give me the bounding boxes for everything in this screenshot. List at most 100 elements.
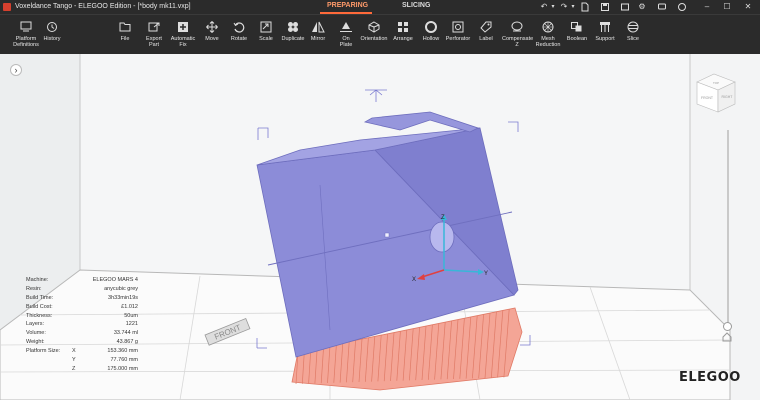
tool-label: Move xyxy=(205,36,219,42)
view-cube[interactable]: TOP FRONT RIGHT xyxy=(696,73,736,113)
boolean-icon xyxy=(571,22,582,32)
view-cube-top-label: TOP xyxy=(713,81,719,85)
chat-icon[interactable] xyxy=(657,2,667,12)
view-cube-right-label: RIGHT xyxy=(722,95,734,99)
tool-label: On Plate xyxy=(339,36,353,48)
info-label: Machine: xyxy=(26,277,49,283)
info-value: £1.012 xyxy=(121,303,138,310)
info-value: 50um xyxy=(124,312,138,319)
duplicate-icon xyxy=(288,22,298,32)
home-view-icon[interactable] xyxy=(722,332,732,342)
scale-button[interactable]: Scale xyxy=(251,21,281,42)
settings-gear-icon[interactable]: ⚙ xyxy=(637,2,647,12)
model-hole xyxy=(429,221,455,253)
save-icon[interactable] xyxy=(600,2,610,12)
tool-label: Export Part xyxy=(146,36,162,48)
gizmo-x-label: X xyxy=(412,277,416,283)
account-icon[interactable] xyxy=(677,2,687,12)
tool-label: Rotate xyxy=(230,36,248,42)
close-icon[interactable]: ✕ xyxy=(743,2,753,12)
hollow-button[interactable]: Hollow xyxy=(416,21,446,42)
info-axis: Y xyxy=(72,357,76,364)
info-label: Thickness: xyxy=(26,312,53,319)
info-value: 1221 xyxy=(125,321,138,328)
tool-label: History xyxy=(43,36,61,42)
tool-label: File xyxy=(120,36,130,42)
maximize-icon[interactable]: ☐ xyxy=(722,2,732,12)
mesh-icon xyxy=(542,21,554,33)
title-bar: Voxeldance Tango - ELEGOO Edition - [*bo… xyxy=(0,0,760,14)
rotate-icon xyxy=(233,22,245,33)
tool-label: Automatic Fix xyxy=(170,36,196,48)
on-plate-icon xyxy=(340,22,352,32)
mirror-button[interactable]: Mirror xyxy=(303,21,333,42)
perforator-icon xyxy=(452,21,464,33)
orientation-button[interactable]: Orientation xyxy=(359,21,389,42)
tool-label: Scale xyxy=(259,36,273,42)
tool-label: Boolean xyxy=(566,36,588,42)
tool-label: Orientation xyxy=(360,36,388,42)
model-info-panel: Machine: ELEGOO MARS 4 Resin: anycubic grey… xyxy=(26,276,138,374)
slice-icon xyxy=(627,21,639,33)
info-row: Y 77.760 mm xyxy=(26,356,138,365)
info-row: Build Cost: £1.012 xyxy=(26,303,138,312)
expand-panel-button[interactable]: › xyxy=(10,64,22,76)
tool-label: Hollow xyxy=(422,36,440,42)
tab-preparing[interactable]: PREPARING xyxy=(327,2,368,9)
zoom-slider-handle[interactable] xyxy=(723,322,732,331)
arrange-button[interactable]: Arrange xyxy=(388,21,418,42)
file-button[interactable]: File xyxy=(110,21,140,42)
tool-label: Perforator xyxy=(445,36,471,42)
tool-label: Compensate Z xyxy=(502,36,534,48)
info-row: Weight: 43.867 g xyxy=(26,338,138,347)
info-label: Platform Size: xyxy=(26,348,61,355)
info-axis: X xyxy=(72,348,76,355)
export-icon xyxy=(148,22,160,32)
export-file-icon[interactable] xyxy=(620,2,630,12)
3d-viewport[interactable]: FRONT Z Y X TOP FRONT RIGHT › Machine: E… xyxy=(0,54,760,400)
info-value: ELEGOO MARS 4 xyxy=(92,277,138,283)
info-row: Volume: 33.744 ml xyxy=(26,329,138,338)
info-row: Machine: ELEGOO MARS 4 xyxy=(26,276,138,285)
undo-menu-icon[interactable]: ▾ xyxy=(548,2,558,12)
tool-label: Mirror xyxy=(310,36,326,42)
automatic-fix-button[interactable]: Automatic Fix xyxy=(168,21,198,48)
info-row: Build Time: 3h33min19s xyxy=(26,294,138,303)
new-file-icon[interactable] xyxy=(580,2,590,12)
orientation-icon xyxy=(368,21,380,33)
info-value: 43.867 g xyxy=(116,339,138,346)
tool-label: Slice xyxy=(627,36,639,42)
support-button[interactable]: Support xyxy=(590,21,620,42)
info-value: 33.744 ml xyxy=(113,330,138,337)
rotate-button[interactable]: Rotate xyxy=(224,21,254,42)
redo-menu-icon[interactable]: ▾ xyxy=(568,2,578,12)
info-value: 153.360 mm xyxy=(107,348,138,355)
tab-slicing[interactable]: SLICING xyxy=(402,2,430,9)
boolean-button[interactable]: Boolean xyxy=(562,21,592,42)
info-label: Build Time: xyxy=(26,294,54,301)
slice-button[interactable]: Slice xyxy=(618,21,648,42)
support-icon xyxy=(600,22,610,32)
on-plate-button[interactable]: On Plate xyxy=(331,21,361,48)
info-axis: Z xyxy=(72,365,76,372)
zoom-slider-track[interactable] xyxy=(727,130,729,326)
hollow-icon xyxy=(425,21,437,33)
info-row: Layers: 1221 xyxy=(26,320,138,329)
info-value: 175.000 mm xyxy=(107,365,138,372)
info-value: anycubic grey xyxy=(104,285,138,292)
elegoo-logo: ELEGOO xyxy=(679,370,741,385)
mesh-reduction-button[interactable]: Mesh Reduction xyxy=(533,21,563,48)
move-button[interactable]: Move xyxy=(197,21,227,42)
export-part-button[interactable]: Export Part xyxy=(139,21,169,48)
move-icon xyxy=(206,21,218,33)
minimize-icon[interactable]: – xyxy=(702,2,712,12)
compensate-z-button[interactable]: Compensate Z xyxy=(502,21,534,48)
label-button[interactable]: Label xyxy=(471,21,501,42)
mirror-icon xyxy=(312,21,325,33)
compensate-icon xyxy=(511,21,523,32)
plus-box-icon xyxy=(178,22,188,32)
perforator-button[interactable]: Perforator xyxy=(443,21,473,42)
history-button[interactable]: History xyxy=(37,21,67,42)
info-label: Resin: xyxy=(26,285,42,292)
label-icon xyxy=(480,21,492,33)
